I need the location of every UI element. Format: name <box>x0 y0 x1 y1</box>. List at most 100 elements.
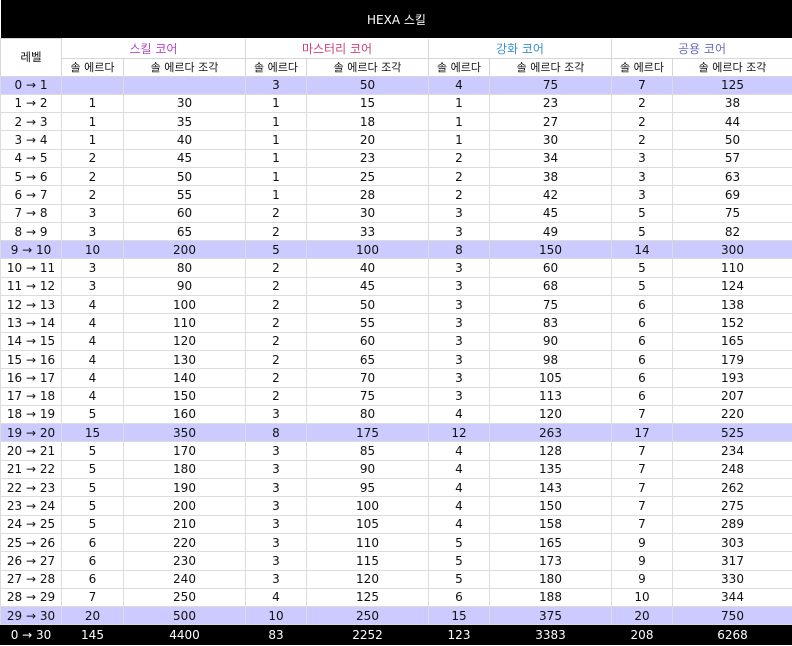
sol-erda-fragment-cell: 15 <box>306 93 429 114</box>
table-row: 7 → 8 3 60 2 30 3 45 5 75 <box>0 203 792 223</box>
sol-erda-fragment-cell: 150 <box>123 386 246 406</box>
sub-header-sol-erda: 솔 에르다 <box>428 57 490 77</box>
sol-erda-fragment-cell: 130 <box>123 349 246 370</box>
sol-erda-fragment-cell: 350 <box>123 423 246 443</box>
table-row: 18 → 19 5 160 3 80 4 120 7 220 <box>0 404 792 425</box>
sol-erda-cell: 3 <box>245 75 307 95</box>
sol-erda-cell: 2 <box>428 148 490 168</box>
sol-erda-fragment-cell: 65 <box>306 349 429 370</box>
sol-erda-fragment-cell: 200 <box>123 240 246 260</box>
sol-erda-fragment-cell: 330 <box>671 569 792 589</box>
level-cell: 24 → 25 <box>0 514 62 534</box>
level-cell: 7 → 8 <box>0 203 62 223</box>
sol-erda-cell: 3 <box>245 514 307 534</box>
sol-erda-fragment-cell: 90 <box>306 459 429 480</box>
sol-erda-fragment-cell: 317 <box>671 551 792 571</box>
sol-erda-fragment-cell: 200 <box>123 496 246 516</box>
sol-erda-fragment-cell: 50 <box>671 130 792 150</box>
sol-erda-cell: 6 <box>611 313 673 333</box>
sub-header-sol-erda-fragment: 솔 에르다 조각 <box>123 57 246 77</box>
sol-erda-fragment-cell: 34 <box>489 148 612 168</box>
level-cell: 23 → 24 <box>0 496 62 516</box>
sol-erda-cell: 14 <box>611 240 673 260</box>
sol-erda-fragment-cell: 250 <box>123 587 246 608</box>
level-cell: 14 → 15 <box>0 331 62 351</box>
level-cell: 19 → 20 <box>0 423 62 443</box>
sol-erda-cell: 5 <box>61 478 124 498</box>
total-cell: 2252 <box>306 624 429 646</box>
sol-erda-fragment-cell: 45 <box>123 148 246 168</box>
level-cell: 10 → 11 <box>0 258 62 278</box>
sol-erda-cell: 1 <box>245 148 307 168</box>
sol-erda-fragment-cell: 110 <box>306 532 429 553</box>
sol-erda-cell: 1 <box>245 166 307 187</box>
sol-erda-cell: 5 <box>61 441 124 461</box>
sol-erda-fragment-cell: 303 <box>671 532 792 553</box>
sol-erda-cell: 5 <box>611 276 673 297</box>
sol-erda-cell: 2 <box>428 166 490 187</box>
table-row: 2 → 3 1 35 1 18 1 27 2 44 <box>0 112 792 132</box>
level-cell: 6 → 7 <box>0 185 62 205</box>
sol-erda-fragment-cell: 179 <box>671 349 792 370</box>
sol-erda-cell: 3 <box>428 331 490 351</box>
sol-erda-cell: 1 <box>61 93 124 114</box>
sol-erda-fragment-cell: 75 <box>489 75 612 95</box>
sol-erda-cell: 2 <box>245 221 307 242</box>
sol-erda-cell: 1 <box>245 112 307 132</box>
sol-erda-cell: 3 <box>611 166 673 187</box>
sol-erda-cell: 7 <box>611 441 673 461</box>
sol-erda-cell: 10 <box>245 606 307 626</box>
sol-erda-fragment-cell: 275 <box>671 496 792 516</box>
level-cell: 12 → 13 <box>0 295 62 315</box>
sol-erda-fragment-cell: 83 <box>489 313 612 333</box>
sol-erda-cell: 3 <box>245 404 307 425</box>
table-title: HEXA 스킬 <box>0 0 792 39</box>
sol-erda-cell: 12 <box>428 423 490 443</box>
sol-erda-fragment-cell: 55 <box>123 185 246 205</box>
sol-erda-cell: 2 <box>245 203 307 223</box>
sol-erda-fragment-cell: 152 <box>671 313 792 333</box>
total-level-cell: 0 → 30 <box>0 624 62 646</box>
table-row: 24 → 25 5 210 3 105 4 158 7 289 <box>0 514 792 534</box>
sol-erda-fragment-cell: 289 <box>671 514 792 534</box>
sol-erda-fragment-cell: 75 <box>306 386 429 406</box>
sol-erda-cell: 7 <box>611 496 673 516</box>
sol-erda-fragment-cell: 375 <box>489 606 612 626</box>
sol-erda-fragment-cell: 344 <box>671 587 792 608</box>
table-row: 23 → 24 5 200 3 100 4 150 7 275 <box>0 496 792 516</box>
total-cell: 145 <box>61 624 124 646</box>
sol-erda-cell: 2 <box>245 295 307 315</box>
table-row: 28 → 29 7 250 4 125 6 188 10 344 <box>0 587 792 608</box>
sol-erda-cell: 5 <box>611 203 673 223</box>
sol-erda-cell: 1 <box>245 130 307 150</box>
sol-erda-fragment-cell: 220 <box>123 532 246 553</box>
sol-erda-fragment-cell: 57 <box>671 148 792 168</box>
table-row: 13 → 14 4 110 2 55 3 83 6 152 <box>0 313 792 333</box>
sol-erda-cell: 5 <box>611 258 673 278</box>
sol-erda-fragment-cell: 230 <box>123 551 246 571</box>
sol-erda-cell: 15 <box>428 606 490 626</box>
sol-erda-fragment-cell: 160 <box>123 404 246 425</box>
sol-erda-cell: 5 <box>61 496 124 516</box>
sol-erda-fragment-cell: 125 <box>306 587 429 608</box>
sol-erda-cell: 3 <box>611 185 673 205</box>
sol-erda-cell: 2 <box>611 112 673 132</box>
level-cell: 26 → 27 <box>0 551 62 571</box>
sol-erda-fragment-cell: 262 <box>671 478 792 498</box>
sol-erda-cell: 1 <box>428 112 490 132</box>
sol-erda-fragment-cell: 23 <box>306 148 429 168</box>
level-cell: 20 → 21 <box>0 441 62 461</box>
table-row: 17 → 18 4 150 2 75 3 113 6 207 <box>0 386 792 406</box>
sol-erda-cell: 1 <box>428 93 490 114</box>
sol-erda-fragment-cell: 750 <box>671 606 792 626</box>
sol-erda-fragment-cell: 128 <box>489 441 612 461</box>
sol-erda-fragment-cell: 140 <box>123 368 246 388</box>
table-row: 12 → 13 4 100 2 50 3 75 6 138 <box>0 295 792 315</box>
sol-erda-cell: 6 <box>61 551 124 571</box>
sol-erda-cell: 3 <box>245 496 307 516</box>
sol-erda-cell: 3 <box>245 532 307 553</box>
sol-erda-cell: 2 <box>245 368 307 388</box>
sol-erda-cell: 6 <box>611 386 673 406</box>
sol-erda-fragment-cell: 100 <box>123 295 246 315</box>
sol-erda-cell: 9 <box>611 569 673 589</box>
